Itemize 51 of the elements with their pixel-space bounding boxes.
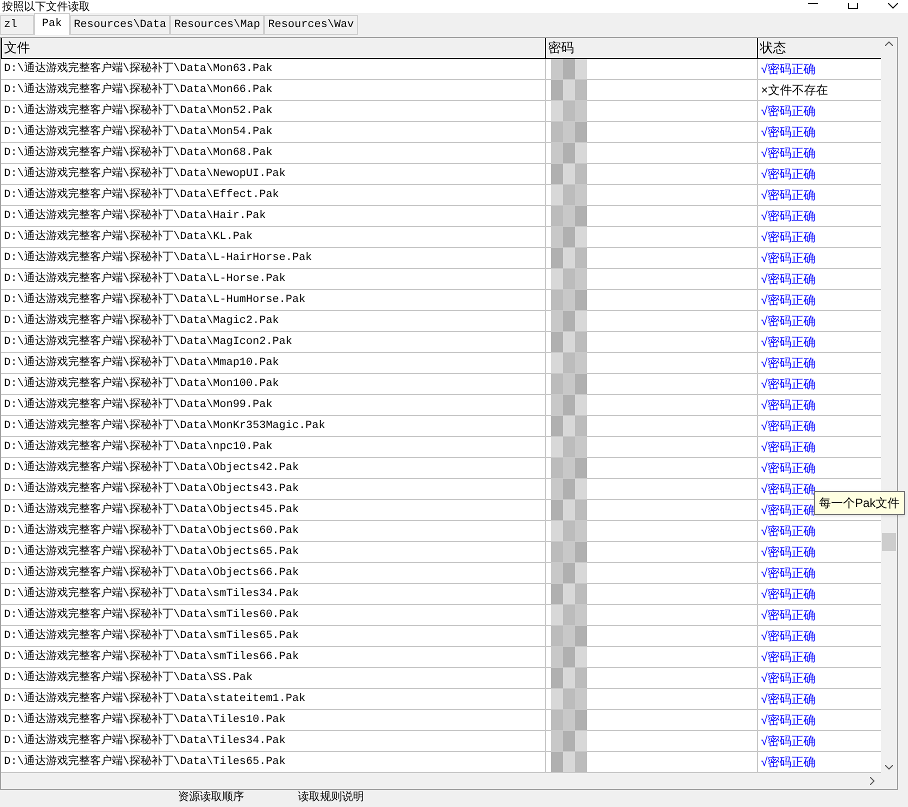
table-cell-text: D:\通达游戏完整客户端\探秘补丁\Data\npc10.Pak [3, 438, 274, 455]
section-label: 资源读取顺序 [178, 791, 244, 804]
tab[interactable]: Resources\Wav [264, 15, 358, 35]
table-cell-text: D:\通达游戏完整客户端\探秘补丁\Data\stateitem1.Pak [3, 690, 306, 707]
table-cell-text: D:\通达游戏完整客户端\探秘补丁\Data\Objects60.Pak [3, 522, 300, 539]
table-cell-text: D:\通达游戏完整客户端\探秘补丁\Data\Mmap10.Pak [3, 354, 280, 371]
table-cell-text: D:\通达游戏完整客户端\探秘补丁\Data\smTiles34.Pak [3, 586, 300, 602]
table-cell-text: D:\通达游戏完整客户端\探秘补丁\Data\Objects43.Pak [3, 480, 300, 497]
table-cell-text: D:\通达游戏完整客户端\探秘补丁\Data\Tiles65.Pak [3, 754, 287, 770]
table-cell-text: D:\通达游戏完整客户端\探秘补丁\Data\Tiles34.Pak [3, 732, 287, 749]
window-title: 按照以下文件读取 [2, 1, 90, 13]
table-cell-text: D:\通达游戏完整客户端\探秘补丁\Data\Magic2.Pak [3, 312, 280, 329]
table-cell-text: D:\通达游戏完整客户端\探秘补丁\Data\KL.Pak [3, 228, 254, 245]
table-cell-text: D:\通达游戏完整客户端\探秘补丁\Data\MagIcon2.Pak [3, 334, 294, 350]
column-header[interactable]: 密码 [545, 38, 757, 58]
table-cell-text: D:\通达游戏完整客户端\探秘补丁\Data\L-HumHorse.Pak [3, 292, 306, 308]
table-cell-text: D:\通达游戏完整客户端\探秘补丁\Data\NewopUI.Pak [3, 166, 287, 182]
table-cell-text: D:\通达游戏完整客户端\探秘补丁\Data\Mon63.Pak [3, 60, 274, 77]
column-header[interactable]: 文件 [1, 38, 545, 58]
table-cell-text: D:\通达游戏完整客户端\探秘补丁\Data\smTiles66.Pak [3, 648, 300, 665]
table-cell-text: D:\通达游戏完整客户端\探秘补丁\Data\Mon99.Pak [3, 396, 274, 413]
table-cell-text: D:\通达游戏完整客户端\探秘补丁\Data\Objects42.Pak [3, 460, 300, 476]
section-label: 读取规则说明 [298, 791, 364, 804]
table-cell-text: D:\通达游戏完整客户端\探秘补丁\Data\smTiles60.Pak [3, 606, 300, 623]
table-cell-text: D:\通达游戏完整客户端\探秘补丁\Data\Objects45.Pak [3, 502, 300, 518]
table-cell-text: D:\通达游戏完整客户端\探秘补丁\Data\Mon52.Pak [3, 102, 274, 119]
table-cell-text: D:\通达游戏完整客户端\探秘补丁\Data\Objects65.Pak [3, 544, 300, 560]
table-cell-text: D:\通达游戏完整客户端\探秘补丁\Data\Tiles10.Pak [3, 712, 287, 728]
table-cell-text: D:\通达游戏完整客户端\探秘补丁\Data\Mon68.Pak [3, 144, 274, 161]
scroll-down-icon[interactable] [885, 765, 893, 770]
maximize-icon[interactable] [848, 3, 858, 9]
table-cell-text: D:\通达游戏完整客户端\探秘补丁\Data\Mon54.Pak [3, 124, 274, 140]
table-cell-text: D:\通达游戏完整客户端\探秘补丁\Data\Objects66.Pak [3, 564, 300, 581]
scroll-up-icon[interactable] [885, 41, 893, 46]
table-cell-text: D:\通达游戏完整客户端\探秘补丁\Data\Hair.Pak [3, 208, 267, 224]
scroll-thumb[interactable] [882, 533, 896, 551]
table-cell-text: D:\通达游戏完整客户端\探秘补丁\Data\smTiles65.Pak [3, 628, 300, 644]
close-icon[interactable] [888, 3, 898, 9]
table-cell-text: D:\通达游戏完整客户端\探秘补丁\Data\L-HairHorse.Pak [3, 250, 314, 266]
tooltip: 每一个Pak文件 [814, 491, 905, 515]
table-cell-text: D:\通达游戏完整客户端\探秘补丁\Data\Effect.Pak [3, 186, 280, 203]
table-cell-text: D:\通达游戏完整客户端\探秘补丁\Data\SS.Pak [3, 670, 254, 686]
table-cell-text: D:\通达游戏完整客户端\探秘补丁\Data\Mon66.Pak [3, 82, 274, 98]
scroll-right-icon[interactable] [870, 777, 875, 785]
table-cell-text: D:\通达游戏完整客户端\探秘补丁\Data\L-Horse.Pak [3, 270, 287, 287]
tab[interactable]: Resources\Map [170, 15, 264, 35]
tab[interactable]: Resources\Data [70, 15, 170, 35]
table-cell-text: D:\通达游戏完整客户端\探秘补丁\Data\MonKr353Magic.Pak [3, 418, 326, 434]
table-cell-text: D:\通达游戏完整客户端\探秘补丁\Data\Mon100.Pak [3, 376, 280, 392]
tab[interactable]: zl [0, 15, 34, 35]
tab[interactable]: Pak [34, 13, 70, 35]
